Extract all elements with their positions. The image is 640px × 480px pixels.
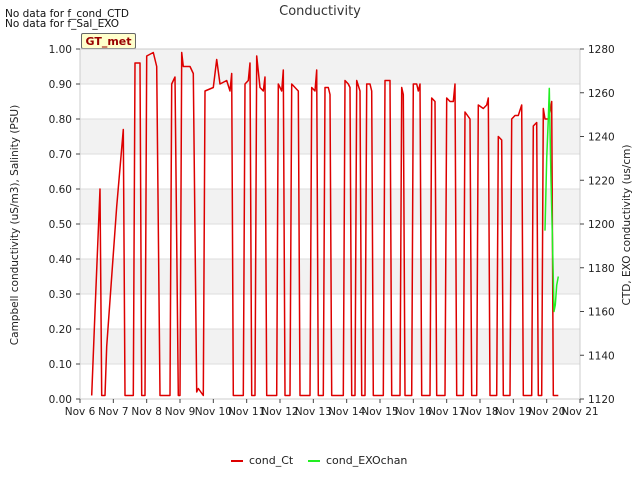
y-left-tick-label: 1.00 [49, 44, 72, 56]
x-tick-label: Nov 9 [165, 406, 196, 418]
y-left-tick-label: 0.20 [49, 324, 72, 336]
y-axis-right-label: CTD, EXO conductivity (us/cm) [621, 145, 633, 306]
x-tick-label: Nov 17 [428, 406, 465, 418]
y-right-tick-label: 1120 [588, 394, 615, 406]
y-right-tick-label: 1200 [588, 219, 615, 231]
x-tick-label: Nov 11 [228, 406, 265, 418]
y-right-tick-label: 1140 [588, 350, 615, 362]
y-right-tick-label: 1180 [588, 263, 615, 275]
x-tick-label: Nov 13 [295, 406, 332, 418]
legend-swatch-cond-exochan [308, 460, 320, 462]
legend-label-cond-exochan: cond_EXOchan [326, 454, 408, 467]
x-tick-label: Nov 6 [65, 406, 96, 418]
y-left-tick-label: 0.70 [49, 149, 72, 161]
background-band [80, 329, 580, 364]
y-right-tick-label: 1240 [588, 132, 615, 144]
x-tick-label: Nov 8 [131, 406, 162, 418]
y-axis-right-ticks: 1120 1140 1160 1180 1200 1220 1240 1260 1280 [580, 44, 615, 406]
x-tick-label: Nov 19 [495, 406, 532, 418]
y-axis-left-ticks: 0.00 0.10 0.20 0.30 0.40 0.50 0.60 0.70 0.80 0.90… [49, 44, 80, 406]
y-right-tick-label: 1260 [588, 88, 615, 100]
x-tick-label: Nov 15 [361, 406, 398, 418]
legend-item-cond-exochan: cond_EXOchan [308, 453, 407, 469]
x-tick-label: Nov 12 [261, 406, 298, 418]
x-tick-label: Nov 10 [195, 406, 232, 418]
background-band [80, 49, 580, 84]
y-left-tick-label: 0.60 [49, 184, 72, 196]
y-right-tick-label: 1160 [588, 307, 615, 319]
y-left-tick-label: 0.30 [49, 289, 72, 301]
y-left-tick-label: 0.40 [49, 254, 72, 266]
x-tick-label: Nov 14 [328, 406, 366, 418]
x-tick-label: Nov 20 [528, 406, 565, 418]
x-tick-label: Nov 7 [98, 406, 129, 418]
x-tick-label: Nov 16 [395, 406, 433, 418]
background-band [80, 259, 580, 294]
y-left-tick-label: 0.00 [49, 394, 72, 406]
y-left-tick-label: 0.10 [49, 359, 72, 371]
y-right-tick-label: 1280 [588, 44, 615, 56]
x-axis-ticks: Nov 6 Nov 7 Nov 8 Nov 9 Nov 10Nov 11Nov 12No… [65, 399, 599, 418]
x-tick-label: Nov 21 [561, 406, 598, 418]
chart-title: Conductivity [279, 4, 361, 19]
y-left-tick-label: 0.80 [49, 114, 72, 126]
legend-swatch-cond-ct [231, 460, 243, 462]
y-right-tick-label: 1220 [588, 175, 615, 187]
conductivity-chart: Nov 6 Nov 7 Nov 8 Nov 9 Nov 10Nov 11Nov 12No… [9, 4, 633, 418]
y-left-tick-label: 0.50 [49, 219, 72, 231]
y-left-tick-label: 0.90 [49, 79, 72, 91]
x-tick-label: Nov 18 [461, 406, 498, 418]
legend-label-cond-ct: cond_Ct [249, 454, 294, 467]
legend: cond_Ct cond_EXOchan [0, 453, 640, 469]
legend-item-cond-ct: cond_Ct [231, 453, 293, 469]
y-axis-left-label: Campbell conductivity (uS/m3), Salinity … [9, 105, 21, 345]
